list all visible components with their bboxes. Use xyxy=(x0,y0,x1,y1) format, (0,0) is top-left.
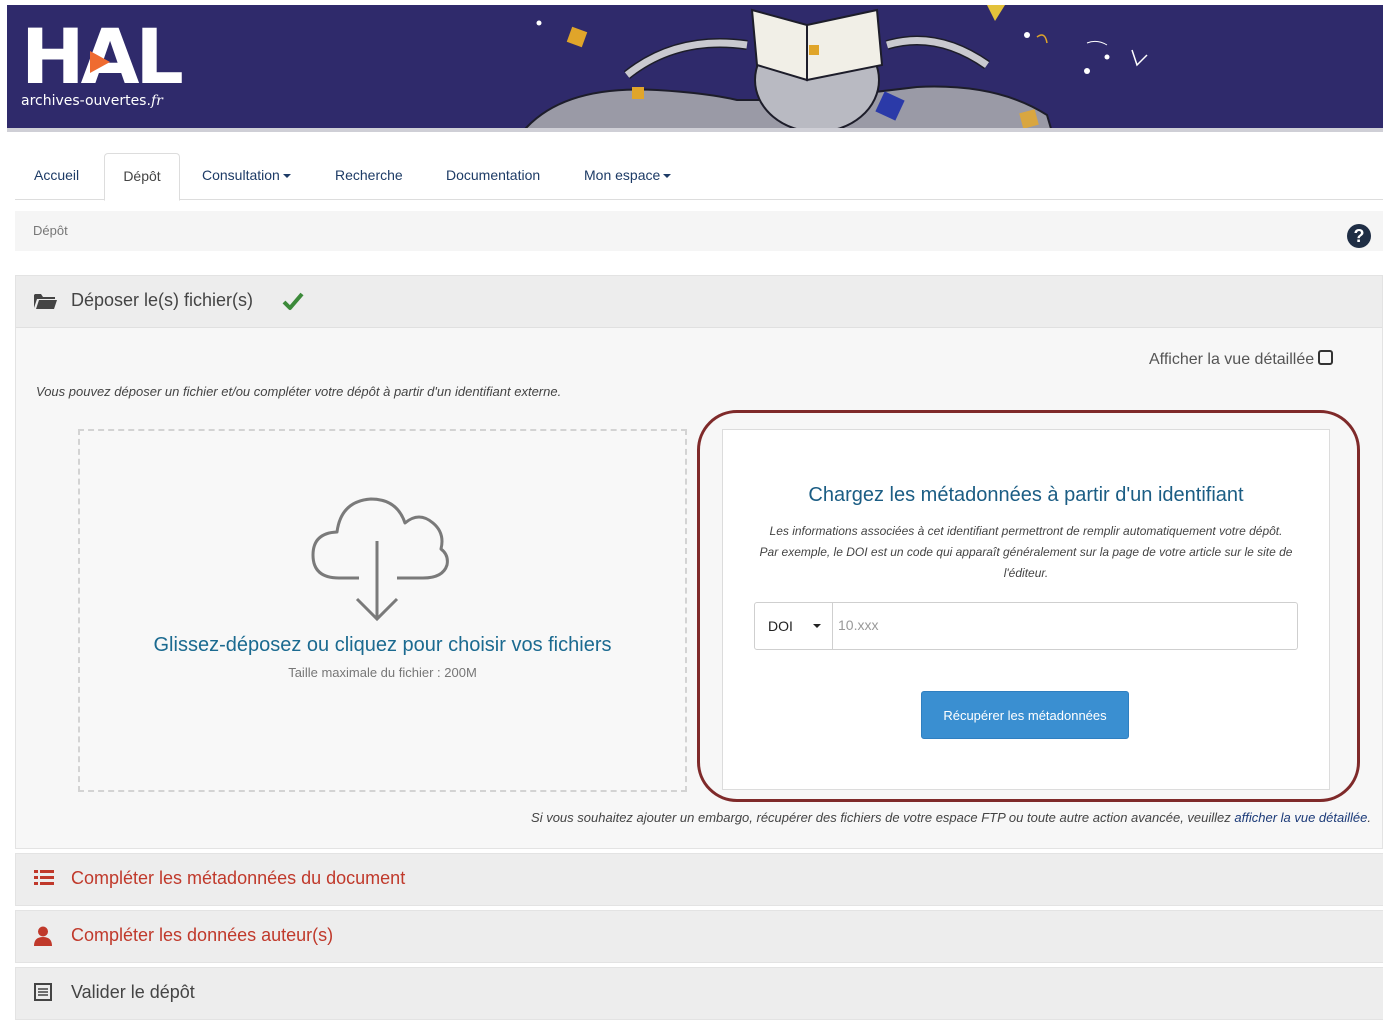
identifier-description: Les informations associées à cet identif… xyxy=(759,524,1293,580)
deposit-panel-header[interactable]: Déposer le(s) fichier(s) xyxy=(16,276,1382,328)
section-label: Compléter les métadonnées du document xyxy=(71,868,406,888)
detailed-view-link[interactable]: afficher la vue détaillée xyxy=(1234,810,1367,825)
identifier-title: Chargez les métadonnées à partir d'un id… xyxy=(808,484,1244,506)
section-label: Valider le dépôt xyxy=(71,982,195,1002)
header-banner: HAL archives-ouvertes.fr xyxy=(7,5,1383,132)
folder-open-icon xyxy=(34,294,57,309)
section-label: Compléter les données auteur(s) xyxy=(71,925,334,945)
section-document-metadata[interactable]: Compléter les métadonnées du document xyxy=(15,853,1383,906)
identifier-type-select[interactable]: DOI xyxy=(755,603,833,649)
identifier-input-group: DOI xyxy=(754,602,1298,650)
deposit-panel-title: Déposer le(s) fichier(s) xyxy=(71,290,254,310)
caret-down-icon xyxy=(663,174,672,179)
section-validate-deposit[interactable]: Valider le dépôt xyxy=(15,967,1383,1020)
tab-recherche[interactable]: Recherche xyxy=(335,153,403,198)
banner-divider xyxy=(7,128,1383,132)
file-dropzone[interactable]: Glissez-déposez ou cliquez pour choisir … xyxy=(78,429,687,792)
tab-consultation[interactable]: Consultation xyxy=(202,153,291,198)
user-icon xyxy=(34,926,52,946)
check-icon xyxy=(282,292,304,310)
tab-documentation[interactable]: Documentation xyxy=(446,153,540,198)
main-nav: Accueil Dépôt Consultation Recherche Doc… xyxy=(15,153,1383,201)
advanced-options-note: Si vous souhaitez ajouter un embargo, ré… xyxy=(531,810,1371,825)
detailed-view-toggle[interactable]: Afficher la vue détaillée xyxy=(1149,350,1334,369)
breadcrumb-current: Dépôt xyxy=(33,223,68,238)
deposit-files-panel: Déposer le(s) fichier(s) Afficher la vue… xyxy=(15,275,1383,849)
banner-illustration xyxy=(520,5,1148,132)
dropzone-max-size: Taille maximale du fichier : 200M xyxy=(288,665,477,680)
section-author-data[interactable]: Compléter les données auteur(s) xyxy=(15,910,1383,963)
tab-depot[interactable]: Dépôt xyxy=(104,153,180,201)
tab-accueil[interactable]: Accueil xyxy=(34,153,79,198)
checkbox-icon[interactable] xyxy=(1318,350,1334,365)
cloud-download-icon xyxy=(311,497,449,622)
dropzone-title: Glissez-déposez ou cliquez pour choisir … xyxy=(153,634,612,656)
list-icon xyxy=(34,870,54,885)
identifier-box: Chargez les métadonnées à partir d'un id… xyxy=(722,429,1330,790)
caret-down-icon xyxy=(282,174,291,179)
identifier-input[interactable] xyxy=(833,603,1294,647)
deposit-intro-text: Vous pouvez déposer un fichier et/ou com… xyxy=(36,384,562,399)
question-circle-icon[interactable]: ? xyxy=(1347,224,1371,248)
breadcrumb: Dépôt xyxy=(15,211,1383,251)
logo-triangle-icon xyxy=(90,51,110,73)
tab-mon-espace[interactable]: Mon espace xyxy=(584,153,672,198)
fetch-metadata-button[interactable]: Récupérer les métadonnées xyxy=(921,691,1129,739)
logo-subtitle: archives-ouvertes.fr xyxy=(21,93,163,109)
caret-down-icon xyxy=(813,624,821,628)
document-list-icon xyxy=(34,983,52,1001)
